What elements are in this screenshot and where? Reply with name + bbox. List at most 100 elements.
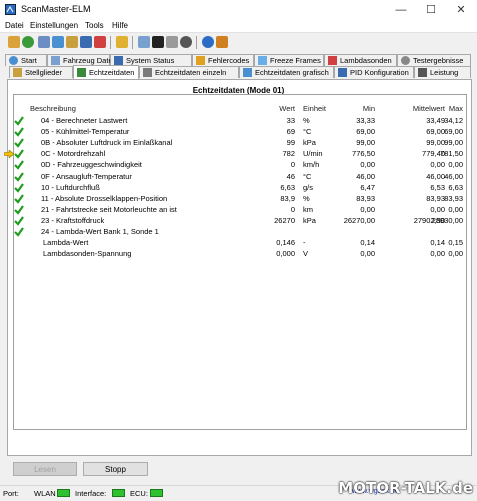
row-min: 6,47 <box>360 183 375 192</box>
interface-label: Interface: <box>75 489 107 498</box>
row-unit: - <box>303 238 306 247</box>
table-row[interactable]: 0B - Absoluter Luftdruck im Einlaßkanal 9… <box>14 138 466 149</box>
table-row[interactable]: 0F - Ansaugluft-Temperatur 46 °C 46,00 46,00… <box>14 172 466 183</box>
help-icon[interactable] <box>216 36 228 48</box>
test-icon[interactable] <box>116 36 128 48</box>
row-max: 781,50 <box>440 149 463 158</box>
header-description[interactable]: Beschreibung <box>30 104 76 113</box>
row-min: 83,93 <box>356 194 375 203</box>
row-min: 46,00 <box>356 172 375 181</box>
gear-icon <box>401 56 410 65</box>
freeze-icon[interactable] <box>80 36 92 48</box>
header-value[interactable]: Wert <box>260 104 295 113</box>
app-icon <box>5 4 16 15</box>
row-value: 6,63 <box>280 183 295 192</box>
vehicle-data-icon[interactable] <box>38 36 50 48</box>
tab-echtzeitdaten-grafisch[interactable]: Echtzeitdaten grafisch <box>239 66 334 78</box>
ecu-led <box>150 489 163 497</box>
table-row[interactable]: 11 - Absolute Drosselklappen-Position 83,… <box>14 194 466 205</box>
tab-fehlercodes[interactable]: Fehlercodes <box>192 54 254 66</box>
row-unit: V <box>303 249 309 258</box>
table-row[interactable]: 24 - Lambda-Wert Bank 1, Sonde 1 <box>14 227 466 238</box>
row-min: 33,33 <box>356 116 375 125</box>
close-button[interactable]: ✕ <box>446 0 476 19</box>
row-description: Lambdasonden-Spannung <box>43 249 132 258</box>
table-row[interactable]: 10 - Luftdurchfluß 6,63 g/s 6,47 6,53 6,63 <box>14 183 466 194</box>
row-max: 34,12 <box>444 116 463 125</box>
table-row[interactable]: 0D - Fahrzeuggeschwindigkeit 0 km/h 0,00 0,0… <box>14 160 466 171</box>
row-value: 0 <box>290 160 295 169</box>
codes-icon[interactable] <box>66 36 78 48</box>
row-max: 28930,00 <box>431 216 463 225</box>
menu-hilfe[interactable]: Hilfe <box>112 21 128 30</box>
row-max: 83,93 <box>444 194 463 203</box>
table-row[interactable]: 0C - Motordrehzahl 782 U/min 776,50 779,40 78… <box>14 149 466 160</box>
start-button[interactable]: Lesen <box>13 462 77 476</box>
row-description: 0C - Motordrehzahl <box>41 149 106 158</box>
monitor-icon[interactable] <box>138 36 150 48</box>
table-row[interactable]: 05 - Kühlmittel-Temperatur 69 °C 69,00 69,00… <box>14 127 466 138</box>
row-description: 0D - Fahrzeuggeschwindigkeit <box>41 160 142 169</box>
tab-start[interactable]: Start <box>5 54 47 66</box>
row-unit: km <box>303 205 313 214</box>
table-row[interactable]: 04 - Berechneter Lastwert 33% 33,33 33,49 34… <box>14 116 466 127</box>
minimize-button[interactable]: — <box>386 0 416 19</box>
tab-freeze-frames[interactable]: Freeze Frames <box>254 54 324 66</box>
row-min: 69,00 <box>356 127 375 136</box>
tab-stellglieder[interactable]: Stellglieder <box>9 66 73 78</box>
status-icon[interactable] <box>52 36 64 48</box>
row-description: 0B - Absoluter Luftdruck im Einlaßkanal <box>41 138 173 147</box>
row-description: 05 - Kühlmittel-Temperatur <box>41 127 130 136</box>
row-min: 0,14 <box>360 238 375 247</box>
maximize-button[interactable]: ☐ <box>416 0 446 19</box>
system-icon <box>114 56 123 65</box>
row-value: 69 <box>286 127 295 136</box>
row-description: 24 - Lambda-Wert Bank 1, Sonde 1 <box>41 227 159 236</box>
config-icon <box>338 68 347 77</box>
menu-tools[interactable]: Tools <box>85 21 104 30</box>
menu-einstellungen[interactable]: Einstellungen <box>30 21 78 30</box>
ecu-label: ECU: <box>130 489 148 498</box>
header-max[interactable]: Max <box>430 104 463 113</box>
header-unit[interactable]: Einheit <box>303 104 326 113</box>
connect-icon[interactable] <box>8 36 20 48</box>
chip-icon[interactable] <box>166 36 178 48</box>
row-description: 04 - Berechneter Lastwert <box>41 116 128 125</box>
table-row[interactable]: Lambda-Wert 0,146-0,14 0,14 0,15 <box>14 238 466 249</box>
row-unit: % <box>303 194 310 203</box>
row-unit: U/min <box>303 149 323 158</box>
tab-leistung[interactable]: Leistung <box>414 66 471 78</box>
toolbar <box>0 33 477 52</box>
tab-lambdasonden[interactable]: Lambdasonden <box>324 54 397 66</box>
menu-bar: Datei Einstellungen Tools Hilfe <box>0 19 477 33</box>
table-row[interactable]: Lambdasonden-Spannung 0,000 V 0,00 0,00 0,00 <box>14 249 466 260</box>
menu-datei[interactable]: Datei <box>5 21 24 30</box>
globe-icon[interactable] <box>22 36 34 48</box>
row-value: 0,146 <box>276 238 295 247</box>
row-value: 99 <box>286 138 295 147</box>
tab-echtzeitdaten[interactable]: Echtzeitdaten <box>73 65 139 79</box>
row-unit: g/s <box>303 183 314 192</box>
tab-echtzeitdaten-einzeln[interactable]: Echtzeitdaten einzeln <box>139 66 239 78</box>
tab-pid-konfiguration[interactable]: PID Konfiguration <box>334 66 414 78</box>
window-title: ScanMaster-ELM <box>21 4 91 14</box>
row-max: 0,00 <box>448 160 463 169</box>
sensor-icon[interactable] <box>94 36 106 48</box>
row-min: 0,00 <box>360 160 375 169</box>
info-icon[interactable] <box>202 36 214 48</box>
row-description: 23 - Kraftstoffdruck <box>41 216 105 225</box>
table-row[interactable]: 23 - Kraftstoffdruck 26270 kPa 26270,00 2790… <box>14 216 466 227</box>
tab-testergebnisse[interactable]: Testergebnisse <box>397 54 471 66</box>
stop-button[interactable]: Stopp <box>83 462 148 476</box>
row-max: 69,00 <box>444 127 463 136</box>
row-value: 83,9 <box>280 194 295 203</box>
terminal-icon[interactable] <box>152 36 164 48</box>
table-row[interactable]: 21 - Fahrtstrecke seit Motorleuchte an i… <box>14 205 466 216</box>
start-icon <box>9 56 18 65</box>
header-min[interactable]: Min <box>340 104 375 113</box>
row-unit: °C <box>303 172 312 181</box>
stop-icon[interactable] <box>180 36 192 48</box>
selected-row-arrow-icon <box>4 150 14 158</box>
graph-icon <box>243 68 252 77</box>
wlan-led <box>57 489 70 497</box>
